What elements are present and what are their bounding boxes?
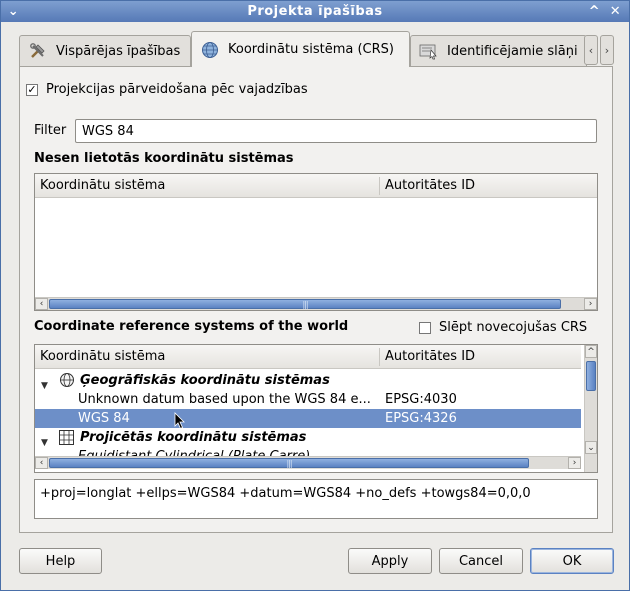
- scrollbar-thumb[interactable]: |||: [49, 458, 529, 468]
- tab-identifiable-layers[interactable]: Identificējamie slāņi: [410, 35, 587, 66]
- apply-button[interactable]: Apply: [348, 548, 432, 574]
- scrollbar-thumb[interactable]: [586, 361, 596, 391]
- tools-icon: [28, 41, 48, 61]
- tab-scroll-left-icon[interactable]: ‹: [584, 35, 598, 65]
- hide-deprecated-checkbox[interactable]: [419, 321, 431, 334]
- project-properties-dialog: ⌄ Projekta īpašības ^ ✕ Vispārējas īpašī…: [0, 0, 630, 591]
- column-header-crs[interactable]: Koordinātu sistēma: [35, 174, 165, 198]
- world-tree-header: Koordinātu sistēma Autoritātes ID: [35, 345, 581, 369]
- tab-label: Vispārējas īpašības: [56, 43, 181, 59]
- recent-list-header: Koordinātu sistēma Autoritātes ID: [35, 174, 597, 198]
- tree-row[interactable]: Equidistant Cylindrical (Plate Carre): [35, 447, 581, 456]
- crs-name: Equidistant Cylindrical (Plate Carre): [78, 447, 310, 456]
- filter-label: Filter: [34, 123, 67, 138]
- crs-authority-id: EPSG:4326: [385, 411, 457, 426]
- tree-group-label: Ģeogrāfiskās koordinātu sistēmas: [80, 373, 330, 388]
- ok-button-label: OK: [562, 553, 582, 569]
- tab-crs[interactable]: Koordinātu sistēma (CRS): [191, 31, 410, 67]
- ok-button[interactable]: OK: [530, 548, 614, 574]
- crs-name: Unknown datum based upon the WGS 84 e...: [78, 392, 371, 407]
- tab-scroll-right-icon[interactable]: ›: [600, 35, 614, 65]
- hide-deprecated-row[interactable]: Slēpt novecojušas CRS: [419, 320, 587, 335]
- help-button[interactable]: Help: [19, 548, 102, 574]
- scroll-down-icon[interactable]: ⌄: [585, 441, 597, 454]
- globe-icon: [200, 40, 220, 60]
- recent-crs-list[interactable]: Koordinātu sistēma Autoritātes ID ‹ ||| …: [34, 173, 598, 311]
- transform-checkbox-row[interactable]: ✓ Projekcijas pārveidošana pēc vajadzība…: [26, 82, 308, 97]
- scrollbar-thumb[interactable]: |||: [49, 299, 561, 309]
- tree-group-label: Projicētās koordinātu sistēmas: [80, 430, 307, 445]
- recent-crs-title: Nesen lietotās koordinātu sistēmas: [34, 151, 294, 166]
- world-crs-title: Coordinate reference systems of the worl…: [34, 319, 349, 334]
- proj-definition-box[interactable]: +proj=longlat +ellps=WGS84 +datum=WGS84 …: [34, 479, 598, 519]
- tree-group-geographic[interactable]: ▼ Ģeogrāfiskās koordinātu sistēmas: [35, 371, 581, 391]
- tree-row[interactable]: Unknown datum based upon the WGS 84 e...…: [35, 390, 581, 409]
- crs-name: WGS 84: [78, 411, 130, 426]
- cancel-button-label: Cancel: [458, 553, 504, 569]
- world-tree-hscrollbar[interactable]: ‹ ||| ›: [35, 456, 581, 469]
- transform-checkbox[interactable]: ✓: [26, 83, 38, 96]
- window-menu-icon[interactable]: ⌄: [5, 3, 22, 20]
- tab-label: Koordinātu sistēma (CRS): [228, 42, 394, 57]
- world-tree-vscrollbar[interactable]: ^ ⌄: [584, 345, 597, 472]
- transform-checkbox-label: Projekcijas pārveidošana pēc vajadzības: [46, 82, 308, 97]
- scroll-up-icon[interactable]: ^: [585, 345, 597, 358]
- crs-tab-panel: ✓ Projekcijas pārveidošana pēc vajadzība…: [19, 66, 613, 533]
- tab-bar: Vispārējas īpašības Koordinātu sistēma (…: [19, 31, 614, 67]
- crs-authority-id: EPSG:4030: [385, 392, 457, 407]
- window-title: Projekta īpašības: [247, 4, 383, 19]
- scroll-right-icon[interactable]: ›: [584, 298, 597, 310]
- tree-group-projected[interactable]: ▼ Projicētās koordinātu sistēmas: [35, 428, 581, 448]
- tab-general[interactable]: Vispārējas īpašības: [19, 35, 191, 66]
- column-header-crs[interactable]: Koordinātu sistēma: [35, 345, 165, 369]
- scroll-right-icon[interactable]: ›: [568, 457, 581, 469]
- maximize-icon[interactable]: ^: [586, 3, 603, 20]
- title-bar[interactable]: ⌄ Projekta īpašības ^ ✕: [1, 1, 629, 22]
- identify-icon: [419, 41, 439, 61]
- recent-list-hscrollbar[interactable]: ‹ ||| ›: [35, 297, 597, 310]
- tab-label: Identificējamie slāņi: [447, 43, 578, 59]
- tree-row-selected[interactable]: WGS 84 EPSG:4326: [35, 409, 581, 430]
- cancel-button[interactable]: Cancel: [439, 548, 523, 574]
- proj-string: +proj=longlat +ellps=WGS84 +datum=WGS84 …: [40, 486, 531, 501]
- column-header-authority-id[interactable]: Autoritātes ID: [380, 345, 475, 369]
- column-header-authority-id[interactable]: Autoritātes ID: [380, 174, 475, 198]
- filter-input[interactable]: [75, 119, 597, 143]
- world-crs-tree[interactable]: Koordinātu sistēma Autoritātes ID ▼ Ģeog…: [34, 344, 598, 473]
- help-button-label: Help: [45, 553, 76, 569]
- hide-deprecated-label: Slēpt novecojušas CRS: [439, 320, 588, 335]
- apply-button-label: Apply: [371, 553, 409, 569]
- scroll-left-icon[interactable]: ‹: [35, 298, 48, 310]
- close-icon[interactable]: ✕: [607, 3, 624, 20]
- scroll-left-icon[interactable]: ‹: [35, 457, 48, 469]
